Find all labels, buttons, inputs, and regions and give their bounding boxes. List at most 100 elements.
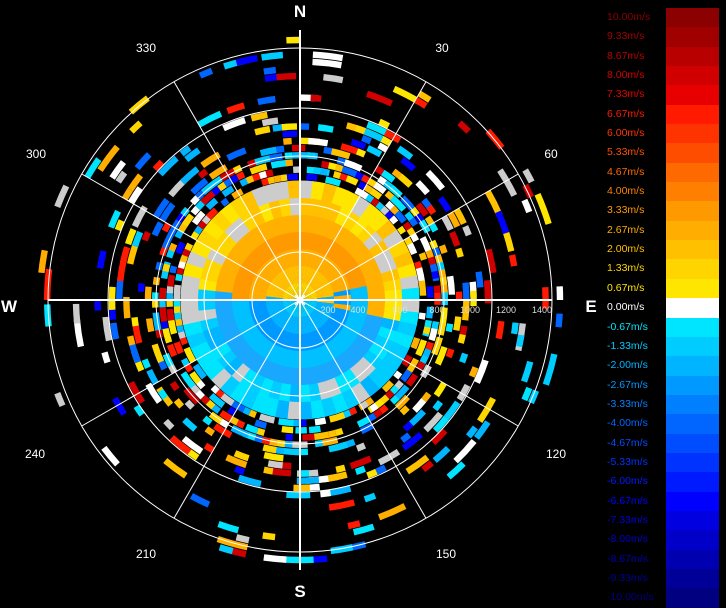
legend-label: 4.00m/s <box>607 185 645 198</box>
legend-swatch <box>666 394 719 415</box>
compass-east: E <box>585 297 596 316</box>
legend-row: 0.67m/s <box>605 278 719 299</box>
legend-swatch <box>666 317 719 337</box>
legend-swatch <box>666 472 719 492</box>
legend-row: 2.67m/s <box>605 220 719 241</box>
velocity-color-legend: 10.00m/s 9.33m/s 8.67m/s 8.00m/s 7.33m/s 6.67… <box>605 8 719 608</box>
range-labels: 200 400 600 800 1000 1200 1400 <box>320 305 552 315</box>
azimuth-label-330: 330 <box>136 41 156 55</box>
legend-label: -7.33m/s <box>607 513 648 526</box>
legend-swatch <box>666 27 719 47</box>
legend-row: 6.67m/s <box>605 104 719 125</box>
legend-row: 10.00m/s <box>605 8 719 28</box>
compass-north: N <box>294 2 306 21</box>
azimuth-label-120: 120 <box>546 447 566 461</box>
legend-swatch <box>666 46 719 67</box>
compass-west: W <box>1 297 18 316</box>
legend-row: -2.00m/s <box>605 356 719 376</box>
legend-swatch <box>666 278 719 299</box>
legend-row: 2.00m/s <box>605 240 719 260</box>
range-label: 600 <box>392 305 407 315</box>
legend-swatch <box>666 356 719 376</box>
legend-label: 6.00m/s <box>607 127 645 140</box>
azimuth-label-240: 240 <box>25 447 45 461</box>
legend-swatch <box>666 530 719 550</box>
legend-swatch <box>666 220 719 241</box>
legend-label: 5.33m/s <box>607 146 645 159</box>
legend-swatch <box>666 143 719 163</box>
radar-display: 200 400 600 800 1000 1200 1400 N S E W 30 60 1… <box>1 2 597 600</box>
legend-swatch <box>666 66 719 86</box>
legend-label: -4.00m/s <box>607 417 648 430</box>
legend-row: -1.33m/s <box>605 336 719 357</box>
legend-label: 3.33m/s <box>607 204 645 217</box>
legend-row: -3.33m/s <box>605 394 719 415</box>
legend-swatch <box>666 433 719 453</box>
legend-row: -8.67m/s <box>605 549 719 569</box>
legend-row: -0.67m/s <box>605 317 719 337</box>
legend-swatch <box>666 452 719 473</box>
range-label: 1200 <box>496 305 516 315</box>
legend-label: 2.00m/s <box>607 243 645 256</box>
legend-label: 9.33m/s <box>607 30 645 43</box>
legend-row: 4.67m/s <box>605 162 719 183</box>
legend-label: 2.67m/s <box>607 223 645 236</box>
legend-label: 0.00m/s <box>607 301 645 314</box>
legend-row: 5.33m/s <box>605 143 719 163</box>
legend-row: -9.33m/s <box>605 568 719 589</box>
legend-row: -2.67m/s <box>605 375 719 395</box>
azimuth-label-30: 30 <box>435 41 449 55</box>
legend-swatch <box>666 568 719 589</box>
legend-swatch <box>666 375 719 395</box>
legend-label: -5.33m/s <box>607 455 648 468</box>
legend-label: -2.67m/s <box>607 378 648 391</box>
legend-label: 7.33m/s <box>607 88 645 101</box>
legend-swatch <box>666 259 719 279</box>
legend-swatch <box>666 491 719 511</box>
legend-swatch <box>666 124 719 144</box>
legend-row: -4.67m/s <box>605 433 719 453</box>
range-label: 1000 <box>460 305 480 315</box>
legend-label: 1.33m/s <box>607 262 645 275</box>
legend-swatch <box>666 104 719 125</box>
legend-swatch <box>666 336 719 357</box>
legend-row: 1.33m/s <box>605 259 719 279</box>
legend-swatch <box>666 298 719 318</box>
legend-swatch <box>666 588 719 608</box>
legend-row: 8.00m/s <box>605 66 719 86</box>
legend-swatch <box>666 182 719 202</box>
range-label: 1400 <box>532 305 552 315</box>
range-label: 200 <box>320 305 335 315</box>
legend-row: 9.33m/s <box>605 27 719 47</box>
legend-swatch <box>666 414 719 434</box>
legend-label: -10.00m/s <box>607 591 654 604</box>
legend-label: 6.67m/s <box>607 107 645 120</box>
legend-swatch <box>666 85 719 105</box>
legend-row: -10.00m/s <box>605 588 719 608</box>
legend-label: -1.33m/s <box>607 339 648 352</box>
legend-row: 8.67m/s <box>605 46 719 67</box>
legend-row: 7.33m/s <box>605 85 719 105</box>
legend-row: 6.00m/s <box>605 124 719 144</box>
azimuth-label-210: 210 <box>136 547 156 561</box>
legend-label: -2.00m/s <box>607 359 648 372</box>
legend-swatch <box>666 510 719 531</box>
legend-label: -8.00m/s <box>607 533 648 546</box>
legend-label: -4.67m/s <box>607 436 648 449</box>
legend-row: -7.33m/s <box>605 510 719 531</box>
legend-label: 8.00m/s <box>607 69 645 82</box>
legend-swatch <box>666 8 719 28</box>
legend-label: 8.67m/s <box>607 49 645 62</box>
legend-swatch <box>666 201 719 221</box>
legend-label: 0.67m/s <box>607 281 645 294</box>
legend-row: -8.00m/s <box>605 530 719 550</box>
center-marker-icon <box>293 293 307 307</box>
legend-swatch <box>666 549 719 569</box>
legend-row: -5.33m/s <box>605 452 719 473</box>
legend-label: 10.00m/s <box>607 11 651 23</box>
legend-swatch <box>666 240 719 260</box>
legend-label: -0.67m/s <box>607 320 648 333</box>
range-label: 800 <box>429 305 444 315</box>
legend-row: -4.00m/s <box>605 414 719 434</box>
legend-row: -6.67m/s <box>605 491 719 511</box>
